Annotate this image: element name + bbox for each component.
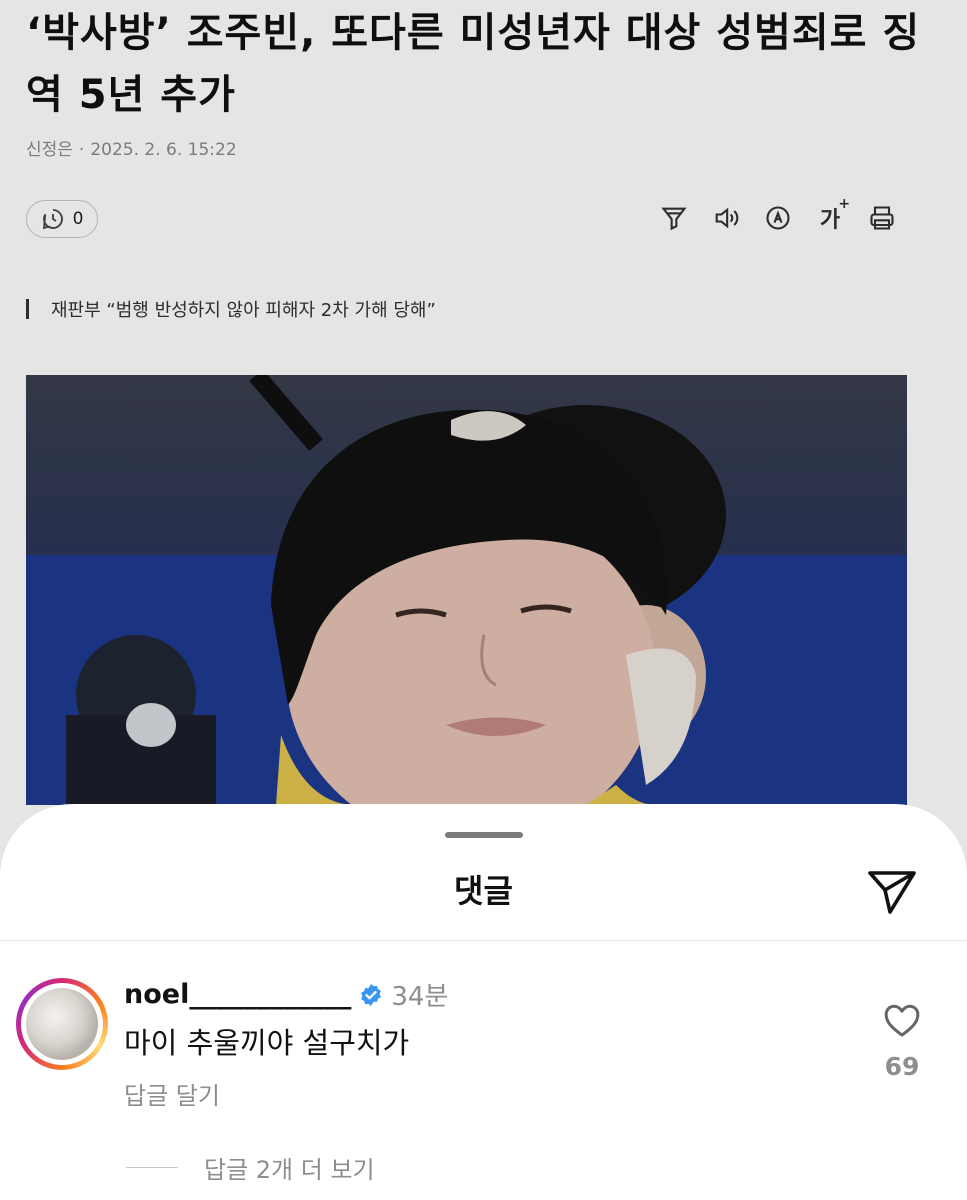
like-count: 69 [884,1052,920,1081]
comment-text: 마이 추울끼야 설구치가 [124,1026,410,1060]
avatar-image [26,988,98,1060]
heart-icon [884,1004,920,1037]
like-button[interactable]: 69 [876,1002,928,1081]
sheet-title: 댓글 [454,872,513,910]
comments-sheet: 댓글 noel____________ 34분 마이 추울끼야 설구치가 답글 … [0,804,967,1200]
sheet-grabber-handle[interactable] [445,832,523,838]
view-more-replies-button[interactable]: 답글 2개 더 보기 [126,1150,375,1185]
reply-button[interactable]: 답글 달기 [124,1076,220,1111]
view-more-replies-label: 답글 2개 더 보기 [204,1156,375,1184]
comment-username[interactable]: noel____________ [124,979,351,1010]
sheet-divider [0,940,967,941]
avatar-inner [21,983,103,1065]
share-button[interactable] [862,862,922,922]
comment-timestamp: 34분 [391,982,449,1012]
comment-item: noel____________ 34분 마이 추울끼야 설구치가 답글 달기 … [0,972,967,1192]
replies-line-divider [126,1166,178,1169]
verified-badge-icon [359,983,383,1007]
avatar[interactable] [16,978,108,1070]
send-icon [868,871,916,914]
comment-header: noel____________ 34분 [124,976,448,1013]
